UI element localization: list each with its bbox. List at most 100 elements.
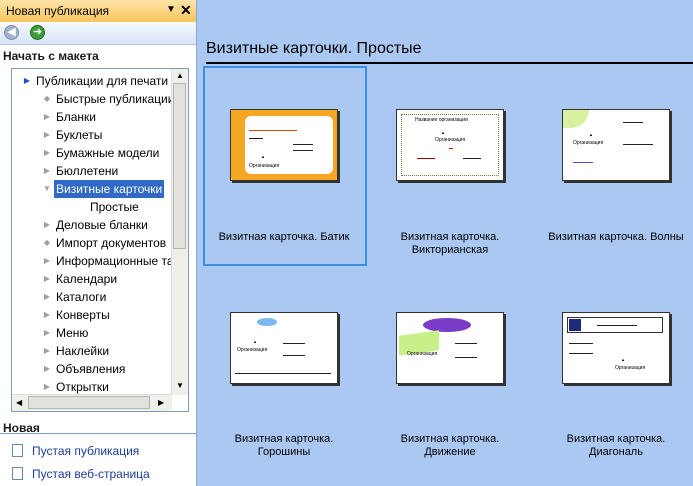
tree-bullet-icon: ◆	[43, 238, 51, 247]
tree-bullet-icon: ◆	[43, 94, 51, 103]
template-caption-victorian[interactable]: Визитная карточка. Викторианская	[360, 231, 540, 257]
tree-bullet-icon: ▶	[43, 310, 51, 319]
tree-bullet-icon: ▶	[43, 364, 51, 373]
title-divider	[206, 62, 693, 64]
card-line	[249, 138, 263, 139]
scroll-right-icon[interactable]: ▶	[158, 398, 164, 407]
scroll-left-icon[interactable]: ◀	[16, 398, 22, 407]
caption-line: Визитная карточка.	[400, 433, 500, 445]
card-wave	[563, 110, 589, 128]
caption-line: Диагональ	[589, 446, 643, 458]
tree-item-label: Простые	[90, 200, 139, 214]
template-caption-diagonal[interactable]: Визитная карточка. Диагональ	[526, 433, 693, 459]
tree-vertical-scrollbar[interactable]: ▲ ▼	[171, 69, 188, 395]
section-divider	[0, 433, 196, 434]
tree-bullet-icon: ▼	[43, 184, 51, 193]
card-line	[293, 150, 313, 151]
card-line	[449, 148, 453, 149]
card-line	[569, 343, 593, 344]
card-dot	[257, 318, 277, 326]
tree-item-label: Быстрые публикации	[56, 92, 175, 106]
blank-webpage-icon	[12, 467, 23, 480]
card-org: Организация	[249, 163, 280, 169]
tree-item-label: Визитные карточки	[54, 180, 165, 198]
tree-item-label: Объявления	[56, 362, 126, 376]
card-org: Организация	[615, 365, 646, 371]
template-thumbnail-diagonal[interactable]: ▲ Организация	[562, 312, 670, 384]
blank-publication-link[interactable]: Пустая публикация	[32, 444, 139, 458]
card-line	[455, 357, 477, 358]
template-caption-movement[interactable]: Визитная карточка. Движение	[360, 433, 540, 459]
blank-publication-icon	[12, 444, 23, 457]
scroll-thumb[interactable]	[173, 83, 186, 249]
tree-item-label: Бюллетени	[56, 164, 119, 178]
template-caption-batik[interactable]: Визитная карточка. Батик	[194, 231, 374, 244]
card-oval	[423, 318, 471, 332]
template-thumbnail-movement[interactable]: Организация	[396, 312, 504, 384]
caption-line: Викторианская	[411, 244, 489, 256]
caption-line: Визитная карточка. Волны	[548, 231, 684, 243]
card-line	[463, 158, 481, 159]
back-icon[interactable]: ◀	[4, 25, 19, 40]
gallery-title: Визитные карточки. Простые	[206, 40, 422, 57]
card-line	[623, 122, 643, 123]
scroll-down-icon[interactable]: ▼	[176, 381, 184, 390]
card-triangle: ▲	[253, 339, 257, 344]
caption-line: Движение	[424, 446, 476, 458]
card-logo	[569, 319, 581, 331]
tree-horizontal-scrollbar[interactable]: ◀ ▶	[12, 394, 172, 411]
template-thumbnail-victorian[interactable]: Название организации ▲ Организация	[396, 109, 504, 181]
template-thumbnail-polka-dots[interactable]: ▲ Организация	[230, 312, 338, 384]
tree-item-label: Каталоги	[56, 290, 107, 304]
tree-item-label: Бумажные модели	[56, 146, 160, 160]
card-org: Организация	[407, 351, 438, 357]
card-line	[417, 158, 435, 159]
card-line	[623, 144, 653, 145]
tree-bullet-icon: ▶	[43, 130, 51, 139]
template-thumbnail-waves[interactable]: ▲ Организация	[562, 109, 670, 181]
task-pane-titlebar: Новая публикация ▼ ✕	[0, 0, 196, 23]
card-line	[249, 130, 297, 131]
template-caption-waves[interactable]: Визитная карточка. Волны	[526, 231, 693, 244]
tree-item-label: Импорт документов	[56, 236, 167, 250]
tree-item-label: Меню	[56, 326, 89, 340]
tree-bullet-icon: ▶	[43, 292, 51, 301]
publication-type-tree[interactable]: ▶ Публикации для печати ◆ Быстрые публикаци…	[11, 68, 189, 412]
card-line	[235, 373, 331, 374]
card-line	[455, 343, 477, 344]
caption-line: Горошины	[257, 446, 311, 458]
card-line	[597, 325, 637, 326]
tree-item-label: Деловые бланки	[56, 218, 148, 232]
card-title-text: Название организации	[415, 117, 468, 123]
forward-icon[interactable]: ➜	[30, 25, 45, 40]
caption-line: Визитная карточка.	[234, 433, 334, 445]
scroll-thumb-horizontal[interactable]	[28, 396, 150, 409]
card-org: Организация	[435, 137, 466, 143]
pane-menu-dropdown-icon[interactable]: ▼	[166, 4, 176, 15]
blank-webpage-link[interactable]: Пустая веб-страница	[32, 467, 150, 481]
tree-bullet-icon: ▶	[43, 220, 51, 229]
tree-item-label: Конверты	[56, 308, 110, 322]
section-start-from-design: Начать с макета	[3, 49, 99, 63]
caption-line: Визитная карточка.	[566, 433, 666, 445]
tree-item-label: Информационные та	[56, 254, 174, 268]
card-line	[573, 162, 593, 163]
close-icon[interactable]: ✕	[180, 2, 192, 19]
tree-item-label: Публикации для печати	[36, 74, 169, 88]
tree-bullet-icon: ▶	[43, 112, 51, 121]
template-caption-polka-dots[interactable]: Визитная карточка. Горошины	[194, 433, 374, 459]
tree-bullet-icon: ▶	[43, 166, 51, 175]
tree-bullet-icon: ▶	[43, 148, 51, 157]
tree-item-label: Буклеты	[56, 128, 103, 142]
scroll-up-icon[interactable]: ▲	[176, 71, 184, 80]
template-thumbnail-batik[interactable]: ▲ Организация	[230, 109, 338, 181]
tree-item-label: Наклейки	[56, 344, 110, 358]
tree-bullet-icon: ▶	[43, 274, 51, 283]
card-triangle: ▲	[589, 132, 593, 137]
card-org: Организация	[237, 347, 268, 353]
task-pane-title: Новая публикация	[6, 4, 110, 18]
card-triangle: ▲	[261, 154, 265, 159]
tree-bullet-icon: ▶	[43, 346, 51, 355]
card-line	[293, 144, 313, 145]
expand-arrow-icon: ▶	[23, 76, 31, 85]
